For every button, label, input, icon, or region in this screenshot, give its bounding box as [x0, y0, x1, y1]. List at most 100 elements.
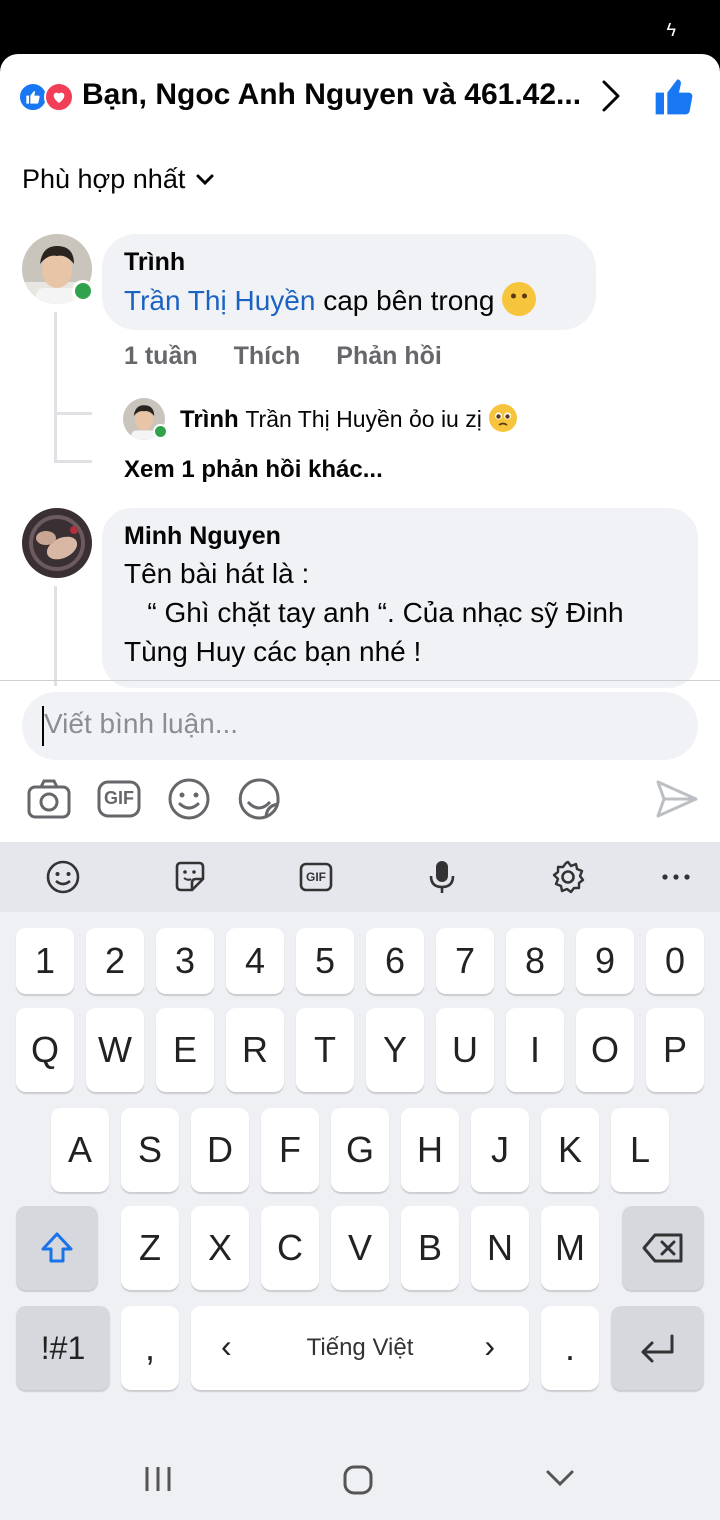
- comment-author[interactable]: Minh Nguyen: [124, 522, 281, 551]
- comment-bubble[interactable]: Minh Nguyen Tên bài hát là : “ Ghì chặt …: [102, 508, 698, 688]
- soft-keyboard: GIF 1 2 3 4 5 6 7 8 9 0 Q W E R T Y U I …: [0, 842, 720, 1520]
- sticker-icon[interactable]: [236, 776, 282, 822]
- key-t[interactable]: T: [296, 1008, 354, 1092]
- enter-icon: [641, 1334, 673, 1363]
- key-j[interactable]: J: [471, 1108, 529, 1192]
- key-9[interactable]: 9: [576, 928, 634, 994]
- key-u[interactable]: U: [436, 1008, 494, 1092]
- online-status-dot: [72, 280, 94, 302]
- comment-input[interactable]: Viết bình luận...: [22, 692, 698, 760]
- key-1[interactable]: 1: [16, 928, 74, 994]
- cursor-right-icon[interactable]: ›: [484, 1328, 495, 1365]
- period-key[interactable]: .: [541, 1306, 599, 1390]
- comment-input-placeholder: Viết bình luận...: [44, 708, 239, 739]
- comments-sheet: Bạn, Ngoc Anh Nguyen và 461.42... Phù hợ…: [0, 54, 720, 842]
- reply-author: Trình: [180, 406, 239, 433]
- send-icon[interactable]: [654, 776, 700, 822]
- key-p[interactable]: P: [646, 1008, 704, 1092]
- status-bar: ϟ: [0, 0, 720, 54]
- comment-line: “ Ghì chặt tay anh “. Của nhạc sỹ Đinh: [124, 597, 624, 628]
- comment-bubble[interactable]: Trình Trần Thị Huyền cap bên trong: [102, 234, 596, 330]
- comment-timestamp: 1 tuần: [124, 342, 198, 370]
- key-0[interactable]: 0: [646, 928, 704, 994]
- backspace-icon: [642, 1233, 683, 1263]
- like-comment-button[interactable]: Thích: [234, 342, 301, 371]
- key-c[interactable]: C: [261, 1206, 319, 1290]
- key-e[interactable]: E: [156, 1008, 214, 1092]
- chevron-right-icon[interactable]: [596, 78, 626, 114]
- backspace-key[interactable]: [622, 1206, 704, 1290]
- key-n[interactable]: N: [471, 1206, 529, 1290]
- key-3[interactable]: 3: [156, 928, 214, 994]
- composer-divider: [0, 680, 720, 681]
- symbols-key[interactable]: !#1: [16, 1306, 110, 1390]
- gif-icon[interactable]: GIF: [96, 776, 142, 822]
- shift-arrow-icon: [41, 1232, 73, 1263]
- comment-text: Trần Thị Huyền cap bên trong: [124, 282, 537, 317]
- key-q[interactable]: Q: [16, 1008, 74, 1092]
- key-l[interactable]: L: [611, 1108, 669, 1192]
- key-f[interactable]: F: [261, 1108, 319, 1192]
- emoji-icon[interactable]: [45, 859, 81, 895]
- keyboard-toolbar: GIF: [0, 842, 720, 912]
- home-icon[interactable]: [342, 1464, 374, 1496]
- comment-author[interactable]: Trình: [124, 248, 185, 277]
- emoji-icon[interactable]: [166, 776, 212, 822]
- thread-line: [54, 586, 57, 686]
- settings-icon[interactable]: [550, 859, 586, 895]
- gif-label: GIF: [104, 788, 134, 808]
- key-b[interactable]: B: [401, 1206, 459, 1290]
- space-bar[interactable]: ‹ Tiếng Việt ›: [191, 1306, 529, 1390]
- microphone-icon[interactable]: [424, 859, 460, 895]
- reactions-summary[interactable]: Bạn, Ngoc Anh Nguyen và 461.42...: [82, 78, 581, 112]
- key-7[interactable]: 7: [436, 928, 494, 994]
- key-x[interactable]: X: [191, 1206, 249, 1290]
- key-i[interactable]: I: [506, 1008, 564, 1092]
- thread-line: [54, 312, 57, 462]
- sort-dropdown[interactable]: Phù hợp nhất: [22, 164, 215, 195]
- comment-line: Tùng Huy các bạn nhé !: [124, 636, 422, 667]
- shift-key[interactable]: [16, 1206, 98, 1290]
- view-more-replies-link[interactable]: Xem 1 phản hồi khác...: [124, 456, 383, 484]
- camera-icon[interactable]: [26, 776, 72, 822]
- key-z[interactable]: Z: [121, 1206, 179, 1290]
- cursor-left-icon[interactable]: ‹: [221, 1328, 232, 1365]
- comment-line: Tên bài hát là :: [124, 558, 310, 589]
- key-a[interactable]: A: [51, 1108, 109, 1192]
- key-o[interactable]: O: [576, 1008, 634, 1092]
- enter-key[interactable]: [611, 1306, 704, 1390]
- back-icon[interactable]: [544, 1468, 576, 1490]
- key-y[interactable]: Y: [366, 1008, 424, 1092]
- comma-key[interactable]: ,: [121, 1306, 179, 1390]
- reactions-bar[interactable]: Bạn, Ngoc Anh Nguyen và 461.42...: [0, 54, 720, 138]
- key-s[interactable]: S: [121, 1108, 179, 1192]
- reply-preview[interactable]: Trình Trần Thị Huyền ỏo iu zị: [180, 404, 517, 434]
- key-6[interactable]: 6: [366, 928, 424, 994]
- key-8[interactable]: 8: [506, 928, 564, 994]
- gif-label: GIF: [306, 870, 326, 884]
- sticker-icon[interactable]: [172, 859, 208, 895]
- key-k[interactable]: K: [541, 1108, 599, 1192]
- online-status-dot: [153, 424, 168, 439]
- key-g[interactable]: G: [331, 1108, 389, 1192]
- thread-line-branch: [54, 412, 92, 415]
- space-language-label: Tiếng Việt: [306, 1334, 414, 1361]
- key-v[interactable]: V: [331, 1206, 389, 1290]
- gif-icon[interactable]: GIF: [298, 859, 334, 895]
- mention-link[interactable]: Trần Thị Huyền: [124, 285, 315, 316]
- love-reaction-icon: [44, 82, 74, 112]
- recent-apps-icon[interactable]: [142, 1464, 174, 1494]
- key-5[interactable]: 5: [296, 928, 354, 994]
- key-w[interactable]: W: [86, 1008, 144, 1092]
- like-button-icon[interactable]: [654, 76, 694, 116]
- key-4[interactable]: 4: [226, 928, 284, 994]
- thread-line-branch: [54, 460, 92, 463]
- key-h[interactable]: H: [401, 1108, 459, 1192]
- key-m[interactable]: M: [541, 1206, 599, 1290]
- avatar[interactable]: [22, 508, 92, 578]
- more-icon[interactable]: [658, 859, 694, 895]
- key-r[interactable]: R: [226, 1008, 284, 1092]
- key-d[interactable]: D: [191, 1108, 249, 1192]
- reply-comment-button[interactable]: Phản hồi: [336, 342, 442, 371]
- key-2[interactable]: 2: [86, 928, 144, 994]
